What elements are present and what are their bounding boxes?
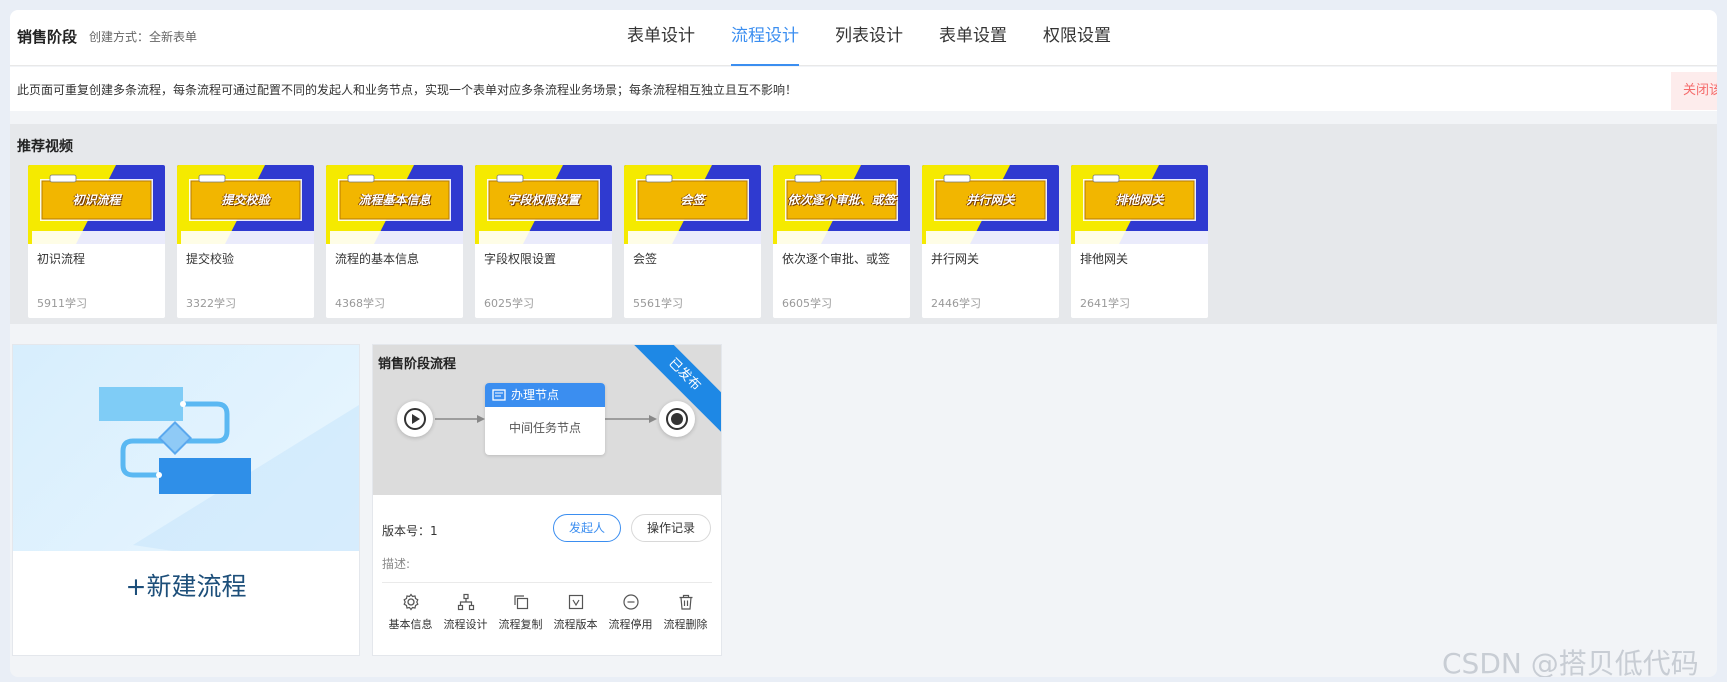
- video-title: 依次逐个审批、或签: [782, 252, 891, 266]
- video-title: 初识流程: [37, 252, 86, 266]
- thumbnail-caption: 排他网关: [1115, 192, 1164, 207]
- video-view-count: 3322学习: [186, 297, 236, 310]
- form-title: 销售阶段: [17, 28, 78, 46]
- video-thumbnail: 流程基本信息: [326, 165, 463, 244]
- thumbnail-caption: 字段权限设置: [507, 192, 580, 207]
- video-thumbnail: 排他网关: [1071, 165, 1208, 244]
- basic-info-button[interactable]: 基本信息: [383, 593, 438, 632]
- recommended-videos: 推荐视频 初识流程 初识流程 5911学习 提交校验 提交校验 3322学习 流…: [10, 124, 1717, 324]
- new-flow-card[interactable]: +新建流程: [12, 344, 360, 656]
- video-thumbnail: 初识流程: [28, 165, 165, 244]
- video-thumbnail: 并行网关: [922, 165, 1059, 244]
- node-body: 中间任务节点: [508, 421, 581, 435]
- thumbnail-caption: 提交校验: [221, 192, 270, 207]
- watermark: CSDN @搭贝低代码: [1442, 647, 1699, 677]
- video-list: 初识流程 初识流程 5911学习 提交校验 提交校验 3322学习 流程基本信息…: [28, 165, 1220, 318]
- thumbnail-caption: 流程基本信息: [358, 192, 431, 207]
- video-card[interactable]: 流程基本信息 流程的基本信息 4368学习: [326, 165, 463, 318]
- notice-text: 此页面可重复创建多条流程，每条流程可通过配置不同的发起人和业务节点，实现一个表单…: [17, 83, 798, 97]
- video-view-count: 6605学习: [782, 297, 832, 310]
- flow-disable-button[interactable]: 流程停用: [603, 593, 658, 632]
- video-card[interactable]: 依次逐个审批、或签 依次逐个审批、或签 6605学习: [773, 165, 910, 318]
- version-label: 版本号：: [382, 524, 431, 538]
- action-label: 流程设计: [443, 618, 488, 631]
- gear-icon: [402, 593, 419, 611]
- handle-node[interactable]: 办理节点 中间任务节点: [485, 383, 605, 455]
- video-title: 会签: [633, 252, 658, 266]
- notice-bar: 此页面可重复创建多条流程，每条流程可通过配置不同的发起人和业务节点，实现一个表单…: [10, 67, 1717, 111]
- tab-list-design[interactable]: 列表设计: [835, 10, 903, 66]
- tab-form-settings[interactable]: 表单设置: [939, 10, 1007, 66]
- video-view-count: 6025学习: [484, 297, 534, 310]
- video-card[interactable]: 初识流程 初识流程 5911学习: [28, 165, 165, 318]
- operation-log-button[interactable]: 操作记录: [631, 514, 711, 542]
- starter-button[interactable]: 发起人: [553, 514, 621, 542]
- flow-delete-button[interactable]: 流程删除: [658, 593, 713, 632]
- video-title: 流程的基本信息: [335, 252, 420, 266]
- tab-permission-settings[interactable]: 权限设置: [1043, 10, 1111, 66]
- flow-illustration: [13, 345, 359, 551]
- tab-flow-design[interactable]: 流程设计: [731, 10, 799, 66]
- video-title: 提交校验: [186, 252, 235, 266]
- new-flow-label: +新建流程: [125, 572, 247, 601]
- video-card[interactable]: 排他网关 排他网关 2641学习: [1071, 165, 1208, 318]
- end-node-icon: [659, 401, 695, 437]
- top-header: 销售阶段 创建方式：全新表单 表单设计 流程设计 列表设计 表单设置 权限设置: [10, 10, 1717, 66]
- video-view-count: 2641学习: [1080, 297, 1130, 310]
- version-number: 1: [430, 524, 438, 538]
- action-label: 流程复制: [498, 618, 543, 631]
- description-label: 描述:: [382, 557, 411, 571]
- video-view-count: 5911学习: [37, 297, 87, 310]
- create-method: 创建方式：全新表单: [89, 30, 198, 44]
- thumbnail-caption: 并行网关: [966, 192, 1015, 207]
- video-thumbnail: 字段权限设置: [475, 165, 612, 244]
- video-card[interactable]: 字段权限设置 字段权限设置 6025学习: [475, 165, 612, 318]
- thumbnail-caption: 初识流程: [72, 192, 121, 207]
- trash-icon: [679, 594, 692, 610]
- thumbnail-caption: 依次逐个审批、或签: [787, 192, 896, 207]
- flow-copy-button[interactable]: 流程复制: [493, 593, 548, 632]
- copy-icon: [513, 595, 528, 610]
- start-node-icon: [397, 401, 433, 437]
- video-card[interactable]: 并行网关 并行网关 2446学习: [922, 165, 1059, 318]
- video-view-count: 2446学习: [931, 297, 981, 310]
- notice-close-button[interactable]: 关闭该: [1671, 72, 1717, 110]
- flow-design-button[interactable]: 流程设计: [438, 593, 493, 632]
- recommended-title: 推荐视频: [17, 139, 73, 155]
- minus-circle-icon: [622, 594, 639, 610]
- flow-actions: 基本信息 流程设计 流程复制 流程版本 流程停用 流程删除: [383, 593, 713, 632]
- video-card[interactable]: 会签 会签 5561学习: [624, 165, 761, 318]
- version-info: 版本号：1: [382, 522, 438, 539]
- design-tabs: 表单设计 流程设计 列表设计 表单设置 权限设置: [627, 10, 1147, 66]
- video-card[interactable]: 提交校验 提交校验 3322学习: [177, 165, 314, 318]
- video-thumbnail: 依次逐个审批、或签: [773, 165, 910, 244]
- action-label: 流程版本: [553, 618, 598, 631]
- flow-tree-icon: [457, 593, 474, 611]
- video-title: 并行网关: [931, 252, 980, 266]
- action-label: 基本信息: [388, 618, 433, 631]
- node-title: 办理节点: [511, 388, 560, 402]
- flow-version-button[interactable]: 流程版本: [548, 593, 603, 632]
- page-frame: 销售阶段 创建方式：全新表单 表单设计 流程设计 列表设计 表单设置 权限设置 …: [10, 10, 1717, 677]
- video-title: 字段权限设置: [484, 252, 557, 266]
- version-icon: [568, 594, 583, 610]
- flow-preview[interactable]: 销售阶段流程 已发布 办理节点 中间任务节点: [373, 345, 721, 495]
- video-view-count: 5561学习: [633, 297, 683, 310]
- divider: [382, 582, 712, 583]
- action-label: 流程停用: [608, 618, 653, 631]
- video-thumbnail: 会签: [624, 165, 761, 244]
- video-view-count: 4368学习: [335, 297, 385, 310]
- form-icon: [492, 389, 506, 401]
- tab-form-design[interactable]: 表单设计: [627, 10, 695, 66]
- video-thumbnail: 提交校验: [177, 165, 314, 244]
- action-label: 流程删除: [663, 618, 708, 631]
- node-header: 办理节点: [485, 383, 605, 407]
- thumbnail-caption: 会签: [680, 192, 705, 207]
- video-title: 排他网关: [1080, 252, 1129, 266]
- flow-card: 销售阶段流程 已发布 办理节点 中间任务节点 版本号：1 发起人 操作记录 描述…: [372, 344, 722, 656]
